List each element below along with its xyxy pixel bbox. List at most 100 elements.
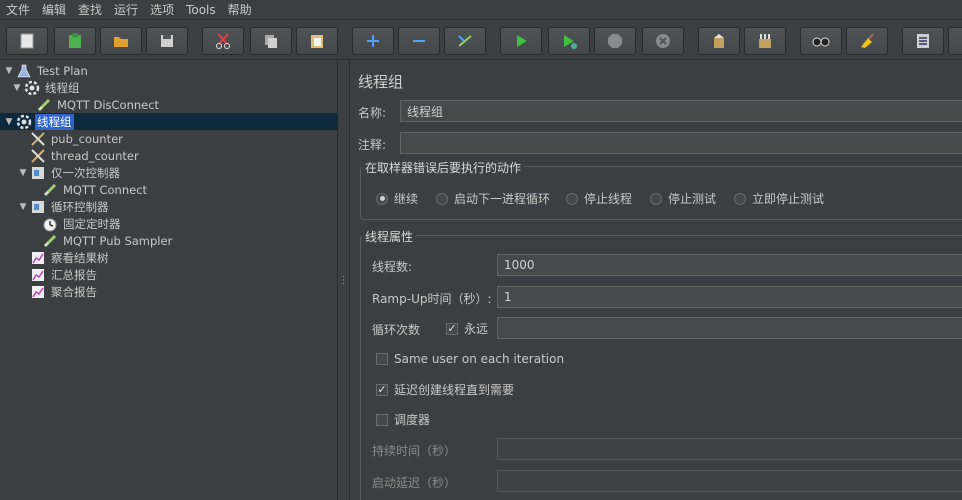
cut-button[interactable] (202, 27, 244, 55)
scheduler-label: 调度器 (394, 413, 431, 427)
tree-item-thread-group-1[interactable]: ▼ 线程组 (0, 79, 338, 96)
expand-icon (367, 35, 379, 47)
radio-label: 立即停止测试 (752, 192, 825, 206)
menu-tools[interactable]: Tools (186, 3, 216, 17)
collapse-button[interactable] (398, 27, 440, 55)
tree-item-test-plan[interactable]: ▼ Test Plan (0, 62, 338, 79)
startup-delay-input[interactable] (497, 470, 962, 492)
tree-item-thread-counter[interactable]: thread_counter (0, 147, 338, 164)
reset-search-icon (861, 33, 874, 48)
delay-thread-creation-label: 延迟创建线程直到需要 (394, 383, 515, 397)
radio-stop-test-now[interactable]: 立即停止测试 (734, 190, 824, 207)
shutdown-button[interactable] (642, 27, 684, 55)
controller-icon (30, 165, 46, 181)
same-user-checkbox[interactable]: Same user on each iteration (376, 352, 564, 366)
menu-help[interactable]: 帮助 (228, 1, 252, 18)
save-button[interactable] (146, 27, 188, 55)
start-button[interactable] (500, 27, 542, 55)
menu-file[interactable]: 文件 (6, 1, 30, 18)
tree-item-mqtt-connect[interactable]: MQTT Connect (0, 181, 338, 198)
clear-button[interactable] (698, 27, 740, 55)
start-icon (517, 35, 527, 47)
radio-button[interactable] (650, 192, 662, 205)
loop-count-input[interactable] (497, 317, 962, 339)
checkbox-box[interactable] (376, 413, 388, 426)
toggle-button[interactable] (444, 27, 486, 55)
reset-search-button[interactable] (846, 27, 888, 55)
radio-continue[interactable]: 继续 (376, 190, 418, 207)
more-button[interactable] (948, 27, 962, 55)
checkmark-icon[interactable]: ✓ (376, 383, 388, 396)
menu-run[interactable]: 运行 (114, 1, 138, 18)
expand-toggle-icon[interactable]: ▼ (18, 168, 28, 178)
stop-icon (608, 34, 622, 48)
menu-edit[interactable]: 编辑 (42, 1, 66, 18)
tree-item-summary-report[interactable]: 汇总报告 (0, 266, 338, 283)
threads-label: 线程数: (372, 260, 413, 274)
sampler-icon (42, 233, 58, 249)
expand-toggle-icon[interactable]: ▼ (4, 117, 14, 127)
tree-item-thread-group-2[interactable]: ▼ 线程组 (0, 113, 338, 130)
save-icon (161, 35, 173, 47)
radio-button[interactable] (436, 192, 448, 205)
menu-bar: 文件 编辑 查找 运行 选项 Tools 帮助 (0, 0, 962, 20)
duration-input[interactable] (497, 438, 962, 460)
clear-all-button[interactable] (744, 27, 786, 55)
tree-item-label: 仅一次控制器 (51, 165, 120, 180)
name-input[interactable]: 线程组 (400, 100, 962, 122)
radio-label: 停止线程 (584, 192, 633, 206)
delay-thread-creation-checkbox[interactable]: ✓ 延迟创建线程直到需要 (376, 381, 514, 398)
tree-item-label: Test Plan (37, 63, 88, 78)
rampup-input[interactable]: 1 (497, 286, 962, 308)
search-icon (812, 37, 830, 47)
start-no-pause-button[interactable] (548, 27, 590, 55)
radio-button[interactable] (376, 192, 388, 205)
split-pane-divider[interactable]: ⋮ (338, 60, 350, 500)
tree-item-aggregate-report[interactable]: 聚合报告 (0, 283, 338, 300)
toolbar (0, 22, 962, 60)
expand-button[interactable] (352, 27, 394, 55)
rampup-label: Ramp-Up时间（秒）: (372, 292, 492, 306)
expand-toggle-icon[interactable]: ▼ (12, 83, 22, 93)
tree-item-pub-counter[interactable]: pub_counter (0, 130, 338, 147)
radio-button[interactable] (566, 192, 578, 205)
threads-input[interactable]: 1000 (497, 254, 962, 276)
open-button[interactable] (100, 27, 142, 55)
tree-item-mqtt-disconnect[interactable]: MQTT DisConnect (0, 96, 338, 113)
radio-stop-test[interactable]: 停止测试 (650, 190, 716, 207)
menu-options[interactable]: 选项 (150, 1, 174, 18)
thread-group-editor: 线程组 名称: 线程组 注释: 在取样器错误后要执行的动作 继续 启动下一进程循… (350, 60, 962, 500)
tree-item-loop-controller[interactable]: ▼ 循环控制器 (0, 198, 338, 215)
same-user-label: Same user on each iteration (394, 352, 565, 366)
checkbox-box[interactable] (376, 353, 388, 365)
checkmark-icon[interactable]: ✓ (446, 322, 458, 335)
new-button[interactable] (6, 27, 48, 55)
counter-icon (30, 131, 46, 147)
tree-item-mqtt-pub-sampler[interactable]: MQTT Pub Sampler (0, 232, 338, 249)
forever-checkbox[interactable]: ✓ 永远 (446, 320, 488, 337)
radio-button[interactable] (734, 192, 746, 205)
forever-label: 永远 (464, 322, 489, 336)
search-button[interactable] (800, 27, 842, 55)
shutdown-icon (656, 34, 670, 48)
copy-icon (265, 35, 277, 48)
comment-input[interactable] (400, 132, 962, 154)
copy-button[interactable] (250, 27, 292, 55)
scheduler-checkbox[interactable]: 调度器 (376, 411, 430, 428)
comment-label: 注释: (358, 138, 387, 152)
expand-toggle-icon[interactable]: ▼ (18, 202, 28, 212)
duration-label: 持续时间（秒） (372, 444, 457, 458)
function-helper-button[interactable] (902, 27, 944, 55)
menu-search[interactable]: 查找 (78, 1, 102, 18)
tree-item-view-results-tree[interactable]: 察看结果树 (0, 249, 338, 266)
tree-item-constant-timer[interactable]: 固定定时器 (0, 215, 338, 232)
tree-item-once-only-controller[interactable]: ▼ 仅一次控制器 (0, 164, 338, 181)
new-icon (20, 33, 34, 49)
tree-item-label: 循环控制器 (51, 199, 109, 214)
paste-button[interactable] (296, 27, 338, 55)
stop-button[interactable] (594, 27, 636, 55)
radio-start-next-loop[interactable]: 启动下一进程循环 (436, 190, 550, 207)
radio-stop-thread[interactable]: 停止线程 (566, 190, 632, 207)
expand-toggle-icon[interactable]: ▼ (4, 66, 14, 76)
templates-button[interactable] (54, 27, 96, 55)
